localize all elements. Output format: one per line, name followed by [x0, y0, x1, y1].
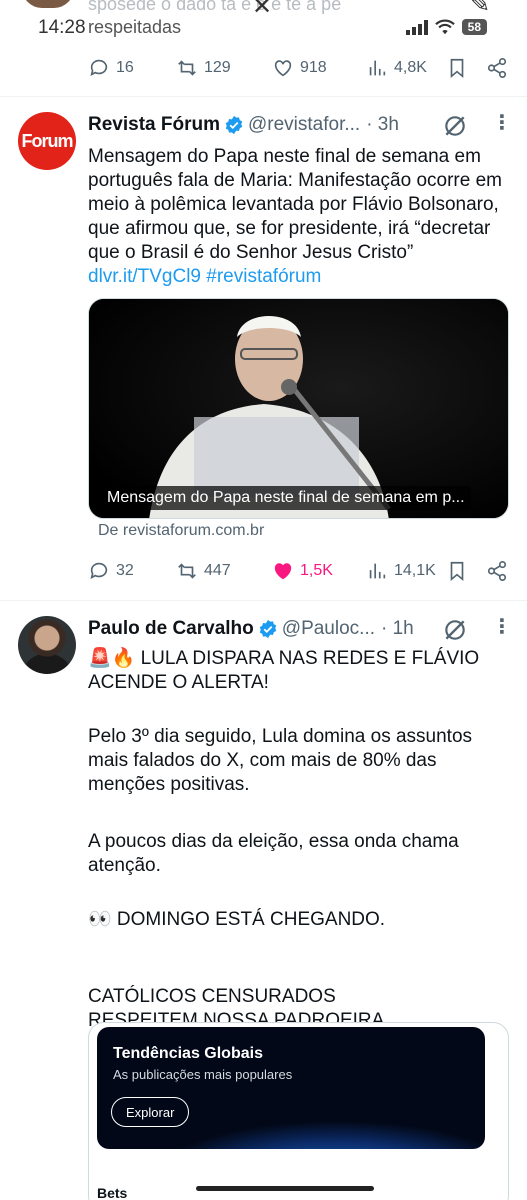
embedded-card[interactable]: Tendências Globais As publicações mais p… [88, 1022, 509, 1200]
tweet-header: Paulo de Carvalho @Pauloc... · 1h [88, 617, 414, 641]
trends-banner[interactable]: Tendências Globais As publicações mais p… [97, 1027, 485, 1149]
home-indicator[interactable] [196, 1186, 374, 1191]
tweet-paragraph: A poucos dias da eleição, essa onda cham… [88, 831, 459, 876]
tweet-text: 👀 DOMINGO ESTÁ CHEGANDO. [88, 908, 513, 932]
trends-subtitle: As publicações mais populares [113, 1067, 293, 1082]
tweet-text: A poucos dias da eleição, essa onda cham… [88, 830, 513, 878]
grok-icon[interactable] [442, 617, 468, 643]
card-footer-label: Bets [97, 1185, 128, 1200]
more-icon[interactable]: ⋮ [492, 617, 512, 637]
tweet-paragraph: Pelo 3º dia seguido, Lula domina os assu… [88, 726, 473, 795]
tweet-paragraph: 👀 DOMINGO ESTÁ CHEGANDO. [88, 909, 386, 930]
tweet-time[interactable]: · 1h [381, 618, 414, 640]
tweet-paulo-de-carvalho[interactable]: Paulo de Carvalho @Pauloc... · 1h ⋮ 🚨🔥 L… [0, 0, 527, 1200]
explore-button[interactable]: Explorar [111, 1097, 190, 1127]
tweet-text: 🚨🔥 LULA DISPARA NAS REDES E FLÁVIO ACEND… [88, 647, 513, 695]
tweet-paragraph: 🚨🔥 LULA DISPARA NAS REDES E FLÁVIO ACEND… [88, 648, 480, 693]
author-handle[interactable]: @Pauloc... [282, 618, 375, 640]
avatar[interactable] [18, 616, 76, 674]
verified-icon [259, 619, 277, 639]
tweet-text: Pelo 3º dia seguido, Lula domina os assu… [88, 725, 513, 797]
trends-title: Tendências Globais [113, 1045, 263, 1062]
author-name[interactable]: Paulo de Carvalho [88, 618, 254, 640]
